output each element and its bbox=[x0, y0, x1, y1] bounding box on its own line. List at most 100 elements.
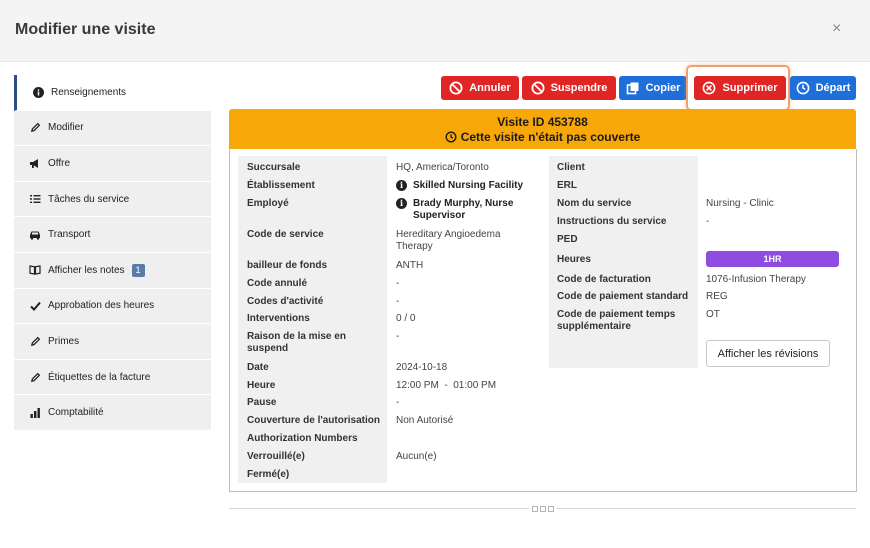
coverage-text: Cette visite n'était pas couverte bbox=[460, 130, 641, 144]
value-date: 2024-10-18 bbox=[396, 362, 448, 373]
sidebar-item-renseignements[interactable]: Renseignements bbox=[14, 75, 211, 111]
coverage-status: Cette visite n'était pas couverte bbox=[229, 130, 856, 144]
label-nom-service: Nom du service bbox=[557, 198, 632, 209]
sidebar-item-primes[interactable]: Primes bbox=[14, 324, 211, 360]
ban-icon bbox=[531, 81, 545, 95]
sidebar-item-offre[interactable]: Offre bbox=[14, 146, 211, 182]
label-couverture: Couverture de l'autorisation bbox=[247, 415, 380, 426]
car-icon bbox=[28, 228, 42, 242]
label-verrouille: Verrouillé(e) bbox=[247, 451, 305, 462]
value-raison-suspend: - bbox=[396, 331, 400, 342]
pencil-icon bbox=[28, 334, 42, 348]
value-couverture: Non Autorisé bbox=[396, 415, 454, 426]
sidebar-item-label: Transport bbox=[48, 229, 91, 241]
sidebar-item-label: Comptabilité bbox=[48, 407, 104, 419]
book-icon bbox=[28, 263, 42, 277]
value-code-paiement-standard: REG bbox=[706, 291, 728, 302]
label-code-annule: Code annulé bbox=[247, 278, 308, 289]
close-icon[interactable]: × bbox=[832, 20, 841, 38]
suspend-button[interactable]: Suspendre bbox=[522, 76, 616, 100]
value-interventions: 0 / 0 bbox=[396, 313, 416, 324]
label-date: Date bbox=[247, 362, 269, 373]
label-code-service: Code de service bbox=[247, 229, 324, 240]
value-instructions-service: - bbox=[706, 216, 710, 227]
value-etablissement: i Skilled Nursing Facility bbox=[396, 180, 541, 192]
sidebar-item-label: Primes bbox=[48, 335, 80, 347]
splitter-handle[interactable] bbox=[529, 504, 557, 513]
sidebar-item-transport[interactable]: Transport bbox=[14, 217, 211, 253]
value-codes-activite: - bbox=[396, 296, 400, 307]
value-verrouille: Aucun(e) bbox=[396, 451, 437, 462]
check-icon bbox=[28, 299, 42, 313]
label-code-paiement-supp: Code de paiement temps supplémentaire bbox=[557, 309, 676, 332]
info-icon[interactable]: i bbox=[396, 198, 407, 209]
label-etablissement: Établissement bbox=[247, 180, 315, 191]
pencil-icon bbox=[28, 370, 42, 384]
facility-name: Skilled Nursing Facility bbox=[413, 180, 524, 191]
sidebar-item-label: Tâches du service bbox=[48, 193, 130, 205]
depart-label: Départ bbox=[815, 82, 851, 94]
cancel-label: Annuler bbox=[469, 82, 511, 94]
copy-icon bbox=[626, 81, 640, 95]
label-client: Client bbox=[557, 162, 585, 173]
label-erl: ERL bbox=[557, 180, 577, 191]
label-succursale: Succursale bbox=[247, 162, 301, 173]
delete-button-highlight bbox=[686, 65, 790, 111]
megaphone-icon bbox=[28, 156, 42, 170]
info-icon[interactable]: i bbox=[396, 180, 407, 191]
dialog-title: Modifier une visite bbox=[15, 21, 156, 38]
value-code-paiement-supp: OT bbox=[706, 309, 720, 320]
copy-button[interactable]: Copier bbox=[619, 76, 687, 100]
grip-dot bbox=[548, 505, 554, 512]
label-codes-activite: Codes d'activité bbox=[247, 296, 324, 307]
sidebar: Renseignements Modifier Offre Tâches du … bbox=[14, 75, 211, 431]
employee-name: Brady Murphy, Nurse Supervisor bbox=[413, 198, 514, 221]
depart-button[interactable]: Départ bbox=[790, 76, 856, 100]
value-code-facturation: 1076-Infusion Therapy bbox=[706, 274, 806, 285]
sidebar-item-label: Approbation des heures bbox=[48, 300, 155, 312]
value-employe: i Brady Murphy, Nurse Supervisor bbox=[396, 198, 541, 222]
info-icon bbox=[31, 85, 45, 99]
cancel-button[interactable]: Annuler bbox=[441, 76, 519, 100]
hours-badge: 1HR bbox=[706, 251, 839, 267]
label-raison-suspend: Raison de la mise en suspend bbox=[247, 331, 346, 354]
pencil-icon bbox=[28, 121, 42, 135]
sidebar-item-taches[interactable]: Tâches du service bbox=[14, 181, 211, 218]
label-ped: PED bbox=[557, 234, 578, 245]
grip-dot bbox=[540, 505, 546, 512]
label-ferme: Fermé(e) bbox=[247, 469, 290, 480]
value-bailleur: ANTH bbox=[396, 260, 424, 271]
sidebar-item-label: Modifier bbox=[48, 122, 84, 134]
label-authorization-numbers: Authorization Numbers bbox=[247, 433, 358, 444]
label-bailleur: bailleur de fonds bbox=[247, 260, 328, 271]
clock-icon bbox=[445, 131, 457, 143]
value-pause: - bbox=[396, 397, 400, 408]
sidebar-item-approbation[interactable]: Approbation des heures bbox=[14, 288, 211, 325]
label-heures: Heures bbox=[557, 254, 591, 265]
value-heure: 12:00 PM - 01:00 PM bbox=[396, 380, 497, 391]
clock-icon bbox=[796, 81, 810, 95]
sidebar-item-etiquettes[interactable]: Étiquettes de la facture bbox=[14, 359, 211, 396]
show-revisions-button[interactable]: Afficher les révisions bbox=[706, 340, 830, 367]
label-instructions-service: Instructions du service bbox=[557, 216, 667, 227]
value-code-service: Hereditary Angioedema Therapy bbox=[396, 229, 501, 252]
label-employe: Employé bbox=[247, 198, 289, 209]
label-code-facturation: Code de facturation bbox=[557, 274, 651, 285]
sidebar-item-modifier[interactable]: Modifier bbox=[14, 110, 211, 147]
sidebar-item-label: Renseignements bbox=[51, 86, 127, 98]
value-code-annule: - bbox=[396, 278, 400, 289]
ban-icon bbox=[449, 81, 463, 95]
grip-dot bbox=[532, 505, 538, 512]
bar-chart-icon bbox=[28, 406, 42, 420]
sidebar-item-comptabilite[interactable]: Comptabilité bbox=[14, 395, 211, 431]
copy-label: Copier bbox=[645, 82, 681, 94]
label-heure: Heure bbox=[247, 380, 276, 391]
label-code-paiement-standard: Code de paiement standard bbox=[557, 291, 689, 302]
notes-count-badge: 1 bbox=[131, 263, 145, 277]
value-succursale: HQ, America/Toronto bbox=[396, 162, 489, 173]
checklist-icon bbox=[28, 192, 42, 206]
sidebar-item-notes[interactable]: Afficher les notes 1 bbox=[14, 252, 211, 289]
sidebar-item-label: Étiquettes de la facture bbox=[48, 371, 151, 383]
dialog-header: Modifier une visite × bbox=[0, 0, 870, 62]
label-interventions: Interventions bbox=[247, 313, 310, 324]
